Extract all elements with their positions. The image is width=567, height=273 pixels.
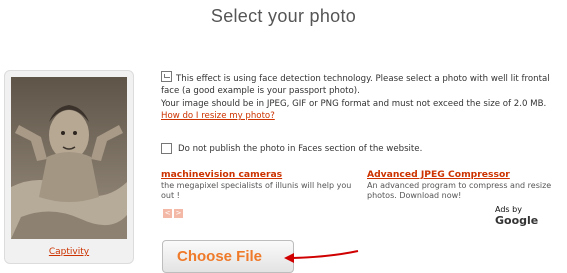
- ad-item[interactable]: Advanced JPEG Compressor An advanced pro…: [367, 170, 567, 201]
- info-text-block: This effect is using face detection tech…: [161, 71, 566, 123]
- ad-text: the megapixel specialists of illunis wil…: [161, 181, 352, 200]
- thumbnail-caption-link[interactable]: Captivity: [5, 247, 133, 257]
- optout-label: Do not publish the photo in Faces sectio…: [178, 143, 423, 154]
- ad-prev-button[interactable]: <: [163, 209, 172, 218]
- info-icon: [161, 71, 172, 82]
- choose-file-button[interactable]: Choose File: [162, 240, 294, 273]
- red-arrow-icon: [284, 250, 359, 263]
- ads-by-google[interactable]: Ads by Google: [495, 205, 567, 227]
- thumbnail-image[interactable]: [11, 77, 127, 239]
- page-title: Select your photo: [210, 6, 357, 26]
- ad-title-link[interactable]: machinevision cameras: [161, 170, 361, 180]
- optout-row[interactable]: Do not publish the photo in Faces sectio…: [161, 143, 422, 154]
- info-line-1: This effect is using face detection tech…: [161, 74, 550, 97]
- ad-item[interactable]: machinevision cameras the megapixel spec…: [161, 170, 361, 201]
- thumbnail-card[interactable]: Captivity: [4, 70, 134, 264]
- info-line-2: Your image should be in JPEG, GIF or PNG…: [161, 98, 547, 109]
- ad-text: An advanced program to compress and resi…: [367, 181, 552, 200]
- ad-next-button[interactable]: >: [174, 209, 183, 218]
- google-logo-text: Google: [495, 214, 539, 227]
- resize-help-link[interactable]: How do I resize my photo?: [161, 111, 275, 121]
- optout-checkbox[interactable]: [161, 143, 172, 154]
- ads-by-label: Ads by: [495, 205, 522, 214]
- ad-title-link[interactable]: Advanced JPEG Compressor: [367, 170, 567, 180]
- ad-navigation: < >: [163, 209, 183, 218]
